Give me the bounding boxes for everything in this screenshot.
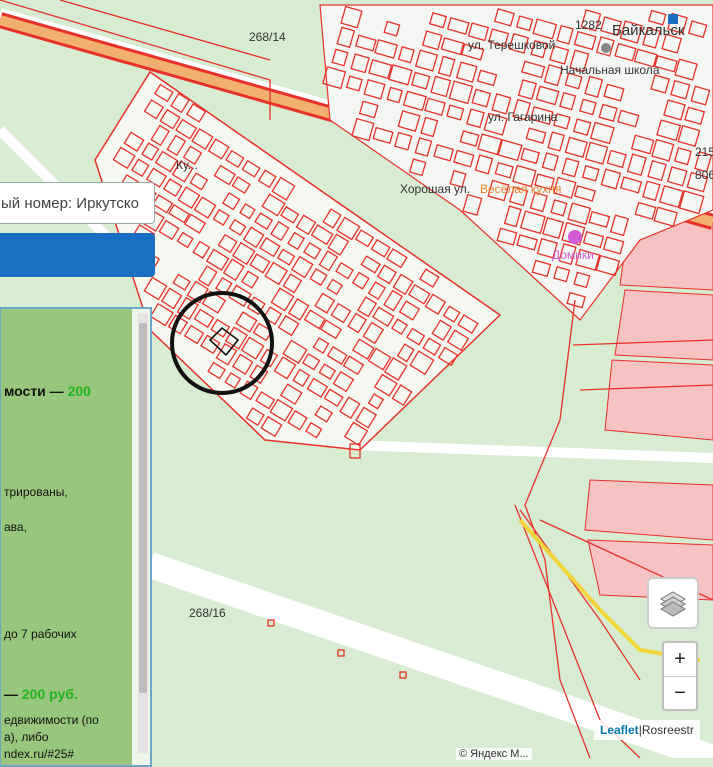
poi-label-veselaya: Весёлая кухня [480,182,562,196]
panel-line-4: до 7 рабочих [4,627,77,641]
road-label-268-16: 268/16 [189,606,226,620]
panel-line-7: а), либо [4,730,49,744]
panel-scrollbar[interactable] [138,313,148,753]
panel-line-3: ава, [4,520,27,534]
street-label-khoroshaya: Хорошая ул. [400,182,471,196]
panel-line-2: трированы, [4,485,68,499]
scrollbar-thumb[interactable] [139,323,147,693]
poi-label-doma: Домики [552,248,594,262]
poi-icon [568,230,582,244]
info-panel: мости — 200 трированы, ава, до 7 рабочих… [0,307,152,767]
label-1282: 1282 [575,18,602,32]
road-label-806: 806 [695,168,713,182]
road-label-215: 215 [695,145,713,159]
zoom-out-button[interactable]: − [664,677,696,710]
street-label-gagarina: ул. Гагарина [488,110,558,124]
rosreestr-link[interactable]: Rosreestr [642,723,694,737]
street-label-tereshkovoy: ул. Терешковой [468,38,556,52]
zoom-in-button[interactable]: + [664,643,696,677]
panel-line-5: — 200 руб. [4,686,78,702]
yandex-attribution: © Яндекс М... [456,748,532,760]
leaflet-link[interactable]: Leaflet [600,723,639,737]
road-label-268-14: 268/14 [249,30,286,44]
attribution: Leaflet | Rosreestr [594,720,700,740]
search-button[interactable] [0,233,155,277]
panel-line-8[interactable]: ndex.ru/#25# [4,747,74,761]
panel-line-6: едвижимости (по [4,713,99,727]
layers-icon [660,591,686,617]
school-icon [601,43,611,53]
panel-line-1: мости — 200 [4,383,91,399]
zoom-control: + − [662,641,698,711]
layers-button[interactable] [647,577,699,629]
school-label: Начальная школа [560,63,660,77]
town-label: Байкальск [612,22,685,39]
search-input[interactable]: ый номер: Иркутско [0,182,155,224]
street-label-k: Ку... [176,158,198,172]
